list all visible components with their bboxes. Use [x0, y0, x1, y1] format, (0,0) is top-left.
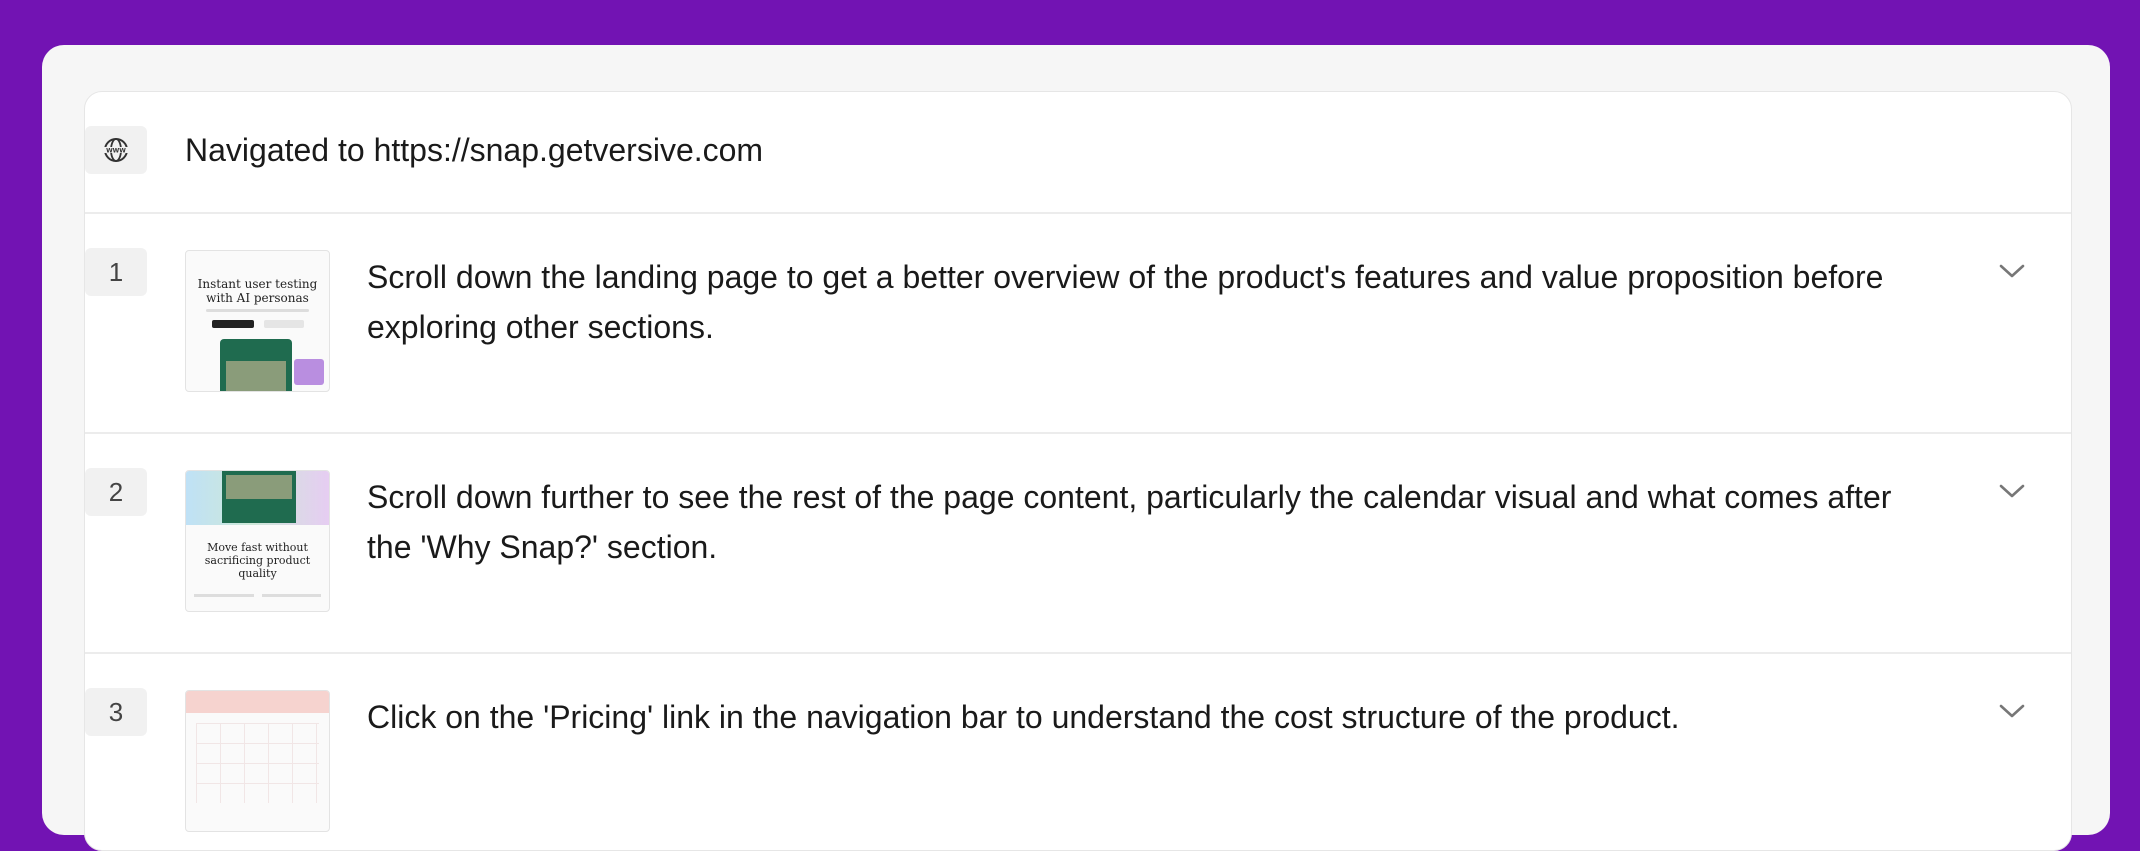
thumbnail-heading: Instant user testing with AI personas — [197, 277, 318, 305]
navigation-row: WWW Navigated to https://snap.getversive… — [85, 92, 2071, 214]
step-row[interactable]: 2 Move fast without sacrificing product … — [85, 434, 2071, 654]
thumbnail-secondary-button — [263, 320, 304, 328]
thumbnail-buttons — [186, 320, 329, 328]
step-description: Scroll down further to see the rest of t… — [367, 479, 1892, 565]
step-description: Scroll down the landing page to get a be… — [367, 259, 1884, 345]
step-row[interactable]: 1 Instant user testing with AI personas … — [85, 214, 2071, 434]
activity-card: WWW Navigated to https://snap.getversive… — [42, 45, 2110, 851]
step-row[interactable]: 3 Click on the 'Pricing' link in the nav… — [85, 654, 2071, 850]
thumbnail-purple-card — [294, 359, 324, 385]
step-number: 3 — [85, 688, 147, 736]
thumbnail-lines — [194, 594, 321, 597]
thumbnail-app-image — [226, 361, 286, 391]
step-thumbnail[interactable] — [185, 690, 330, 832]
step-description: Click on the 'Pricing' link in the navig… — [367, 699, 1680, 735]
chevron-down-icon[interactable] — [1995, 694, 2029, 728]
thumbnail-hero — [186, 471, 329, 525]
thumbnail-primary-button — [211, 320, 254, 328]
svg-text:WWW: WWW — [106, 148, 126, 155]
thumbnail-line — [206, 309, 309, 312]
thumbnail-app-image — [226, 475, 292, 499]
step-number: 2 — [85, 468, 147, 516]
thumbnail-header — [186, 691, 329, 713]
chevron-down-icon[interactable] — [1995, 474, 2029, 508]
chevron-down-icon[interactable] — [1995, 254, 2029, 288]
step-thumbnail[interactable]: Move fast without sacrificing product qu… — [185, 470, 330, 612]
steps-panel: WWW Navigated to https://snap.getversive… — [84, 91, 2072, 851]
step-thumbnail[interactable]: Instant user testing with AI personas — [185, 250, 330, 392]
thumbnail-grid — [196, 723, 319, 803]
step-number: 1 — [85, 248, 147, 296]
globe-icon: WWW — [85, 126, 147, 174]
navigation-text: Navigated to https://snap.getversive.com — [185, 132, 764, 168]
thumbnail-heading: Move fast without sacrificing product qu… — [204, 541, 311, 580]
